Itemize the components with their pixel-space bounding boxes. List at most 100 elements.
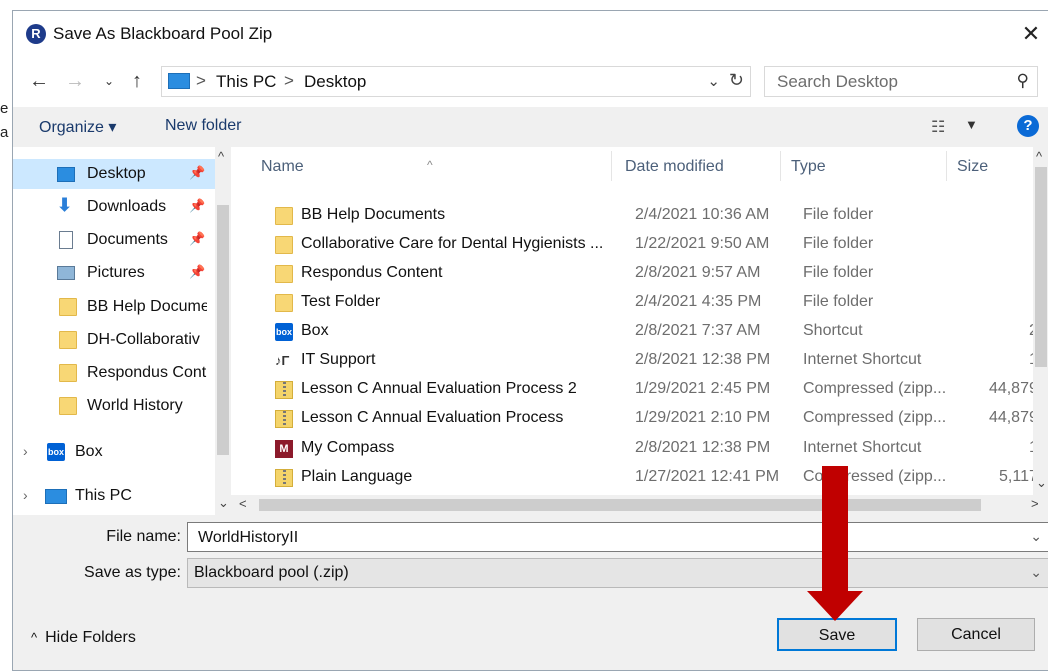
- downloads-icon: ⬇: [57, 195, 73, 215]
- file-type: Internet Shortcut: [803, 439, 922, 456]
- column-header-label: Size: [957, 158, 989, 175]
- file-date: 2/8/2021 12:38 PM: [635, 439, 771, 456]
- forward-arrow-icon[interactable]: →: [63, 67, 87, 95]
- view-dropdown-icon[interactable]: ▼: [965, 117, 978, 132]
- sidebar-item-desktop[interactable]: Desktop 📌: [13, 159, 215, 189]
- column-header-type[interactable]: Type: [781, 147, 946, 185]
- file-name: IT Support: [301, 351, 376, 368]
- file-list-vertical-scrollbar[interactable]: ^ ⌄: [1033, 147, 1048, 495]
- recent-locations-chevron-icon[interactable]: ⌄: [101, 67, 117, 95]
- background-text-fragment: e: [0, 100, 9, 117]
- sidebar-item-label: BB Help Docume: [87, 298, 207, 315]
- file-type: Shortcut: [803, 322, 863, 339]
- this-pc-icon: [45, 489, 67, 504]
- chevron-down-icon[interactable]: ⌄: [1030, 528, 1042, 545]
- sidebar-item-bb-help-documents[interactable]: BB Help Docume: [13, 292, 215, 322]
- table-row[interactable]: Test Folder 2/4/2021 4:35 PM File folder: [231, 288, 1033, 317]
- new-folder-button[interactable]: New folder: [165, 117, 241, 135]
- sidebar-item-downloads[interactable]: ⬇ Downloads 📌: [13, 192, 215, 222]
- file-date: 1/22/2021 9:50 AM: [635, 235, 770, 252]
- background-window-edge: e a: [0, 0, 12, 671]
- search-box[interactable]: ⚲: [764, 66, 1038, 97]
- table-row[interactable]: Respondus Content 2/8/2021 9:57 AM File …: [231, 259, 1033, 288]
- file-name-field[interactable]: ⌄: [187, 522, 1048, 552]
- search-icon[interactable]: ⚲: [1017, 71, 1029, 91]
- pin-icon: 📌: [189, 165, 206, 180]
- save-button[interactable]: Save: [777, 618, 897, 651]
- table-row[interactable]: BB Help Documents 2/4/2021 10:36 AM File…: [231, 201, 1033, 230]
- address-bar[interactable]: > This PC > Desktop ⌄ ↻: [161, 66, 751, 97]
- file-date: 2/8/2021 7:37 AM: [635, 322, 761, 339]
- compass-icon: M: [275, 440, 293, 458]
- sidebar-item-dh-collaborative[interactable]: DH-Collaborativ: [13, 325, 215, 355]
- scroll-up-icon[interactable]: ^: [1036, 149, 1042, 164]
- sidebar-item-documents[interactable]: Documents 📌: [13, 225, 215, 255]
- sidebar-item-box[interactable]: › box Box: [13, 437, 215, 467]
- scroll-down-icon[interactable]: ⌄: [1036, 475, 1047, 491]
- expand-chevron-icon[interactable]: ›: [23, 487, 28, 503]
- sidebar-item-label: Desktop: [87, 165, 146, 182]
- horizontal-scroll-thumb[interactable]: [259, 499, 981, 511]
- save-as-type-select[interactable]: Blackboard pool (.zip) ⌄: [187, 558, 1048, 588]
- file-date: 1/29/2021 2:10 PM: [635, 409, 771, 426]
- column-header-name[interactable]: Name ^: [231, 147, 611, 185]
- scroll-right-icon[interactable]: >: [1031, 496, 1039, 511]
- column-header-date[interactable]: Date modified: [613, 147, 783, 185]
- nav-scroll-thumb[interactable]: [217, 205, 229, 455]
- help-icon[interactable]: ?: [1017, 115, 1039, 137]
- address-dropdown-icon[interactable]: ⌄: [707, 72, 720, 90]
- table-row[interactable]: ♪Γ IT Support 2/8/2021 12:38 PM Internet…: [231, 346, 1048, 375]
- close-icon[interactable]: ✕: [1016, 19, 1046, 49]
- pin-icon: 📌: [189, 198, 206, 213]
- organize-menu-button[interactable]: Organize ▾: [39, 117, 116, 137]
- box-icon: box: [275, 323, 293, 341]
- sidebar-item-label: Documents: [87, 231, 168, 248]
- table-row[interactable]: Lesson C Annual Evaluation Process 2 1/2…: [231, 375, 1048, 404]
- box-icon: box: [47, 443, 65, 461]
- back-arrow-icon[interactable]: ←: [27, 67, 51, 95]
- file-name: BB Help Documents: [301, 206, 446, 223]
- breadcrumb-this-pc[interactable]: This PC: [216, 72, 276, 92]
- file-date: 1/27/2021 12:41 PM: [635, 468, 780, 485]
- column-divider[interactable]: [611, 151, 612, 181]
- save-as-type-value: Blackboard pool (.zip): [194, 564, 349, 581]
- view-options-icon[interactable]: ☷: [931, 117, 945, 137]
- file-date: 2/8/2021 12:38 PM: [635, 351, 771, 368]
- table-row[interactable]: box Box 2/8/2021 7:37 AM Shortcut 2 K: [231, 317, 1048, 346]
- table-row[interactable]: Collaborative Care for Dental Hygienists…: [231, 230, 1033, 259]
- column-header-size[interactable]: Size: [947, 147, 1033, 185]
- pictures-icon: [57, 266, 75, 280]
- annotation-arrow-shaft: [822, 466, 848, 594]
- table-row[interactable]: Plain Language 1/27/2021 12:41 PM Compre…: [231, 463, 1048, 492]
- sidebar-item-respondus-content[interactable]: Respondus Cont: [13, 358, 215, 388]
- file-name-input[interactable]: [196, 527, 1020, 549]
- table-row[interactable]: Lesson C Annual Evaluation Process 1/29/…: [231, 404, 1048, 433]
- vertical-scroll-thumb[interactable]: [1035, 167, 1047, 367]
- nav-scrollbar[interactable]: ^ ⌄: [215, 147, 231, 515]
- file-name-label: File name:: [106, 528, 181, 545]
- column-header-label: Type: [791, 158, 826, 175]
- documents-icon: [59, 231, 73, 249]
- scroll-left-icon[interactable]: <: [239, 496, 247, 511]
- sidebar-item-label: Downloads: [87, 198, 167, 215]
- file-type: File folder: [803, 206, 874, 223]
- sidebar-item-this-pc[interactable]: › This PC: [13, 481, 215, 511]
- scroll-up-icon[interactable]: ^: [218, 149, 224, 164]
- breadcrumb-desktop[interactable]: Desktop: [304, 72, 366, 92]
- expand-chevron-icon[interactable]: ›: [23, 443, 28, 459]
- sidebar-item-pictures[interactable]: Pictures 📌: [13, 258, 215, 288]
- hide-folders-button[interactable]: ^ Hide Folders: [31, 629, 136, 647]
- scroll-down-icon[interactable]: ⌄: [218, 495, 229, 511]
- sort-ascending-icon: ^: [427, 158, 433, 172]
- file-type: Compressed (zipp...: [803, 409, 947, 426]
- file-name: Plain Language: [301, 468, 413, 485]
- table-row[interactable]: M My Compass 2/8/2021 12:38 PM Internet …: [231, 434, 1048, 463]
- search-input[interactable]: [775, 71, 999, 93]
- chevron-down-icon[interactable]: ⌄: [1030, 564, 1042, 581]
- file-name: Lesson C Annual Evaluation Process: [301, 409, 564, 426]
- file-list-horizontal-scrollbar[interactable]: < >: [231, 495, 1048, 515]
- up-arrow-icon[interactable]: ↑: [125, 67, 149, 95]
- cancel-button[interactable]: Cancel: [917, 618, 1035, 651]
- sidebar-item-world-history[interactable]: World History: [13, 391, 215, 421]
- refresh-icon[interactable]: ↻: [729, 70, 744, 91]
